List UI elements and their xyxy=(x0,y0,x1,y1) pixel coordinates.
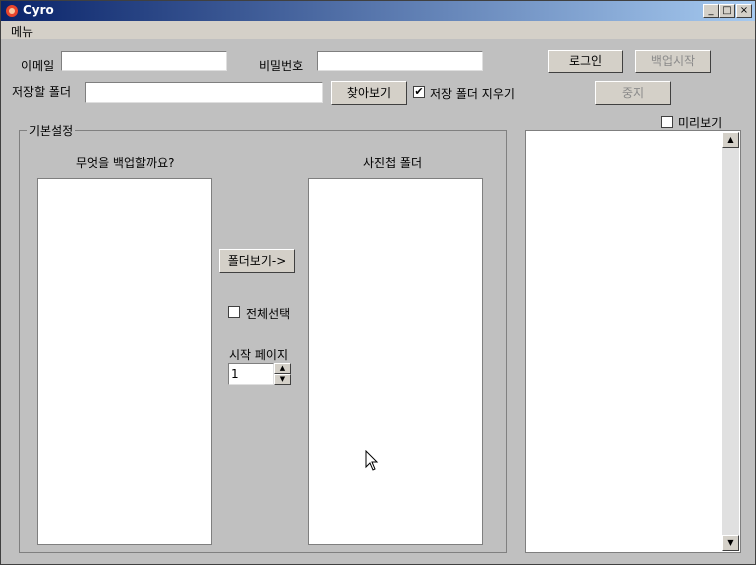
spin-up-icon[interactable]: ▲ xyxy=(274,363,291,374)
clear-folder-label: 저장 폴더 지우기 xyxy=(430,87,515,101)
album-folder-label: 사진첩 폴더 xyxy=(363,156,423,170)
minimize-button[interactable]: _ xyxy=(703,4,719,18)
maximize-button[interactable]: □ xyxy=(719,4,735,18)
basic-settings-title: 기본설정 xyxy=(27,122,76,139)
browse-button[interactable]: 찾아보기 xyxy=(331,81,407,105)
email-label: 이메일 xyxy=(21,59,55,73)
preview-scrollbar[interactable]: ▲ ▼ xyxy=(722,132,739,551)
password-label: 비밀번호 xyxy=(259,59,304,73)
select-all-label: 전체선택 xyxy=(246,307,291,321)
menu-bar: 메뉴 xyxy=(1,21,755,39)
what-to-backup-label: 무엇을 백업할까요? xyxy=(76,156,175,170)
spin-down-icon[interactable]: ▼ xyxy=(274,374,291,385)
view-folder-button[interactable]: 폴더보기-> xyxy=(219,249,295,273)
select-all-checkbox[interactable] xyxy=(228,306,240,318)
menu-item-menu[interactable]: 메뉴 xyxy=(11,23,33,40)
app-window: Cyro _ □ × 메뉴 이메일 비밀번호 로그인 백업시작 저장할 폴더 찾… xyxy=(0,0,756,565)
mouse-cursor-icon xyxy=(365,450,379,471)
app-icon xyxy=(6,5,18,17)
stop-button[interactable]: 중지 xyxy=(595,81,671,105)
start-page-label: 시작 페이지 xyxy=(229,348,289,362)
preview-pane[interactable]: ▲ ▼ xyxy=(525,130,741,553)
clear-folder-checkbox[interactable]: ✔ xyxy=(413,86,425,98)
password-field[interactable] xyxy=(317,51,483,71)
album-folder-list[interactable] xyxy=(308,178,483,545)
backup-start-button[interactable]: 백업시작 xyxy=(635,50,711,73)
scroll-down-icon[interactable]: ▼ xyxy=(722,535,739,551)
save-folder-field[interactable] xyxy=(85,82,323,103)
start-page-input[interactable]: 1 xyxy=(228,363,274,385)
close-button[interactable]: × xyxy=(736,4,752,18)
login-button[interactable]: 로그인 xyxy=(548,50,623,73)
email-field[interactable] xyxy=(61,51,227,71)
title-bar[interactable]: Cyro _ □ × xyxy=(1,1,755,21)
scroll-up-icon[interactable]: ▲ xyxy=(722,132,739,148)
backup-source-list[interactable] xyxy=(37,178,212,545)
window-title: Cyro xyxy=(23,3,54,17)
start-page-stepper[interactable]: ▲ ▼ xyxy=(274,363,291,385)
check-icon: ✔ xyxy=(414,85,424,98)
preview-label: 미리보기 xyxy=(678,116,723,130)
save-folder-label: 저장할 폴더 xyxy=(12,85,72,99)
preview-checkbox[interactable] xyxy=(661,116,673,128)
